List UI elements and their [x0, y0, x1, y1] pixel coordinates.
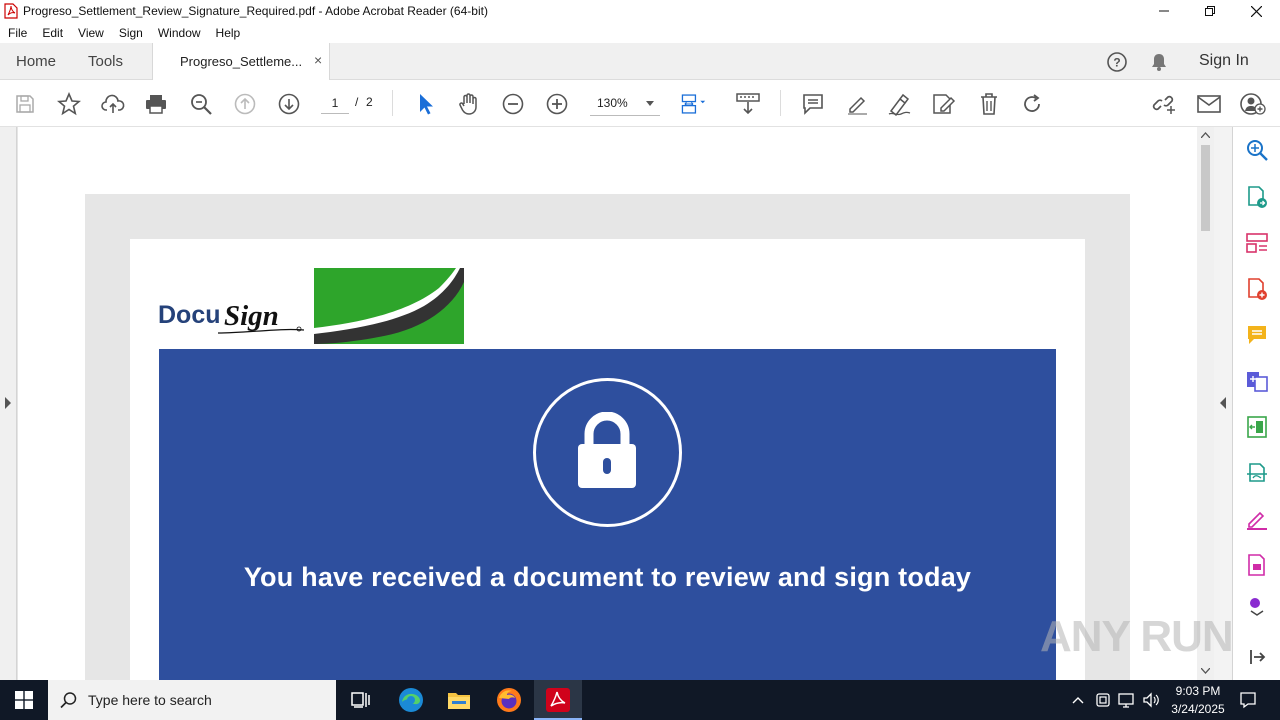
lock-circle: [533, 378, 682, 527]
docusign-logo-docu: Docu: [158, 301, 221, 329]
upload-icon[interactable]: [100, 91, 126, 117]
clock-time[interactable]: 9:03 PM: [1160, 684, 1236, 698]
clock-date[interactable]: 3/24/2025: [1160, 702, 1236, 716]
create-pdf-icon[interactable]: [1244, 276, 1270, 302]
acrobat-taskbar-button[interactable]: [534, 680, 582, 720]
title-bar: Progreso_Settlement_Review_Signature_Req…: [0, 0, 1280, 22]
edit-pdf-icon[interactable]: [1244, 414, 1270, 440]
stamp-icon[interactable]: [931, 91, 957, 117]
select-arrow-icon[interactable]: [412, 91, 438, 117]
tab-tools[interactable]: Tools: [88, 53, 123, 70]
comment-icon[interactable]: [800, 91, 826, 117]
menu-edit[interactable]: Edit: [42, 26, 63, 40]
menu-help[interactable]: Help: [216, 26, 241, 40]
taskbar-search[interactable]: Type here to search: [48, 680, 336, 720]
scan-icon[interactable]: [1244, 460, 1270, 486]
fill-sign-icon[interactable]: [1244, 506, 1270, 532]
menu-file[interactable]: File: [8, 26, 27, 40]
start-button[interactable]: [0, 680, 48, 720]
draw-icon[interactable]: [887, 91, 913, 117]
organize-pages-icon[interactable]: [1244, 230, 1270, 256]
page-total: 2: [366, 95, 373, 109]
rotate-icon[interactable]: [1019, 91, 1045, 117]
menu-view[interactable]: View: [78, 26, 104, 40]
hand-icon[interactable]: [456, 91, 482, 117]
tab-home[interactable]: Home: [16, 53, 56, 70]
more-tools-icon[interactable]: [1244, 594, 1270, 616]
window-title: Progreso_Settlement_Review_Signature_Req…: [23, 4, 488, 18]
zoom-select[interactable]: 130%: [590, 92, 660, 116]
help-icon[interactable]: ?: [1106, 51, 1128, 73]
edge-browser-icon[interactable]: [387, 680, 435, 720]
tray-security-icon[interactable]: [1092, 680, 1114, 720]
windows-logo-icon: [15, 691, 33, 709]
add-user-icon[interactable]: [1240, 91, 1266, 117]
comment-panel-icon[interactable]: [1244, 322, 1270, 348]
minimize-button[interactable]: [1141, 0, 1187, 22]
tab-bar: Home Tools Progreso_Settleme... × ? Sign…: [0, 43, 1280, 80]
search-icon: [60, 692, 77, 709]
docusign-logo-sign: Sign: [224, 300, 279, 332]
vertical-scrollbar[interactable]: [1197, 127, 1214, 680]
export-pdf-icon[interactable]: [1244, 184, 1270, 210]
toolbar-divider: [780, 90, 781, 116]
notification-center-icon[interactable]: [1234, 680, 1262, 720]
right-panel-toggle[interactable]: [1214, 127, 1233, 680]
link-icon[interactable]: [1151, 91, 1177, 117]
menu-window[interactable]: Window: [158, 26, 201, 40]
close-tab-icon[interactable]: ×: [314, 52, 322, 68]
search-panel-icon[interactable]: [1244, 137, 1270, 163]
tab-document-label: Progreso_Settleme...: [180, 54, 303, 69]
tray-chevron-up-icon[interactable]: [1068, 680, 1088, 720]
chevron-down-icon: [646, 101, 654, 106]
firefox-icon[interactable]: [485, 680, 533, 720]
save-icon[interactable]: [12, 91, 38, 117]
menu-bar: File Edit View Sign Window Help: [0, 22, 1280, 43]
file-explorer-icon[interactable]: [435, 680, 483, 720]
combine-files-icon[interactable]: [1244, 368, 1270, 394]
zoom-in-icon[interactable]: [544, 91, 570, 117]
left-panel-toggle[interactable]: [0, 127, 17, 680]
print-icon[interactable]: [143, 91, 169, 117]
page-number-input[interactable]: 1: [321, 94, 349, 114]
zoom-out-icon[interactable]: [500, 91, 526, 117]
scroll-mode-icon[interactable]: [735, 91, 761, 117]
restore-button[interactable]: [1187, 0, 1233, 22]
highlight-icon[interactable]: [844, 91, 870, 117]
volume-icon[interactable]: [1140, 680, 1162, 720]
protect-icon[interactable]: [1244, 552, 1270, 578]
task-view-icon[interactable]: [336, 680, 384, 720]
green-logo-block: [314, 268, 464, 344]
docusign-logo: Docu Sign: [158, 292, 308, 340]
bookmark-star-icon[interactable]: [56, 91, 82, 117]
notification-bell-icon[interactable]: [1149, 52, 1169, 72]
sign-in-link[interactable]: Sign In: [1199, 52, 1249, 70]
page-down-icon[interactable]: [276, 91, 302, 117]
email-icon[interactable]: [1196, 91, 1222, 117]
tab-document[interactable]: Progreso_Settleme... ×: [152, 43, 330, 80]
close-window-button[interactable]: [1233, 0, 1279, 22]
page-up-icon[interactable]: [232, 91, 258, 117]
page-separator: /: [355, 95, 359, 109]
delete-icon[interactable]: [976, 91, 1002, 117]
acrobat-app-icon: [4, 3, 18, 19]
menu-sign[interactable]: Sign: [119, 26, 143, 40]
lock-icon: [578, 412, 636, 488]
fit-page-icon[interactable]: [680, 91, 706, 117]
search-placeholder: Type here to search: [88, 692, 212, 708]
toolbar-divider: [392, 90, 393, 116]
watermark: ANY RUN: [1040, 612, 1234, 661]
zoom-value: 130%: [597, 96, 628, 110]
network-icon[interactable]: [1116, 680, 1138, 720]
expand-icon[interactable]: [1244, 644, 1270, 670]
svg-text:?: ?: [1113, 56, 1120, 70]
zoom-search-icon[interactable]: [188, 91, 214, 117]
acrobat-icon: [546, 688, 570, 712]
banner-headline: You have received a document to review a…: [243, 562, 972, 592]
scrollbar-thumb[interactable]: [1201, 145, 1210, 231]
